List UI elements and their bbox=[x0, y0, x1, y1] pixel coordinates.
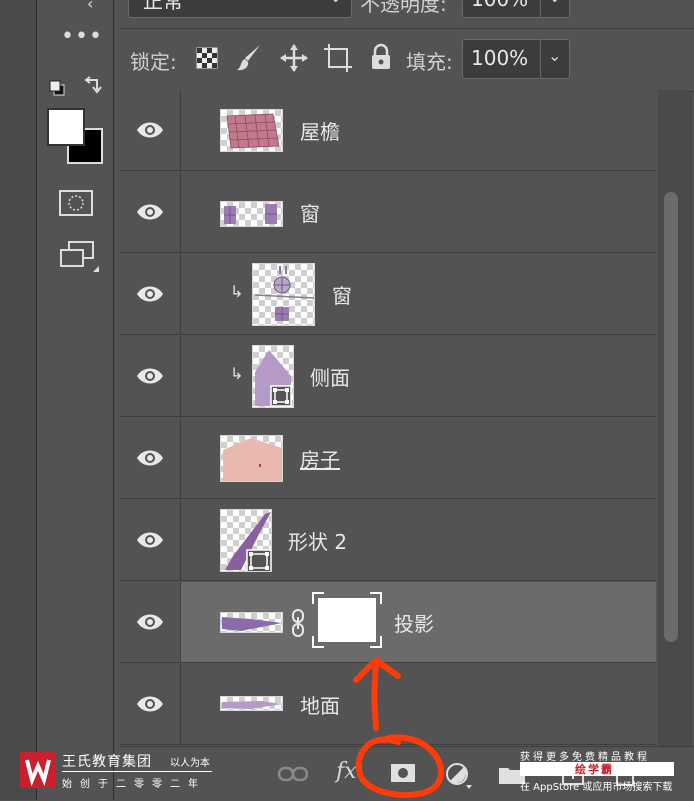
visibility-eye-icon[interactable] bbox=[136, 120, 164, 140]
row-divider bbox=[180, 254, 181, 335]
collapse-arrow-icon[interactable]: ‹ bbox=[87, 0, 93, 13]
layer-thumbnail[interactable] bbox=[252, 263, 315, 326]
layer-name[interactable]: 地面 bbox=[300, 690, 340, 719]
row-divider bbox=[180, 664, 181, 745]
layer-row[interactable]: 形状 2 bbox=[120, 500, 656, 581]
layer-row-selected[interactable]: 投影 bbox=[120, 582, 656, 663]
blend-mode-dropdown[interactable]: 正常 ⌄ bbox=[128, 0, 352, 18]
layer-row[interactable]: ↳ 窗 bbox=[120, 254, 656, 335]
lock-artboard-icon[interactable] bbox=[323, 43, 353, 77]
more-tools-icon[interactable]: ••• bbox=[61, 24, 103, 49]
watermark-brand: 绘学霸 bbox=[575, 763, 614, 776]
layers-list: 屋檐 窗 ↳ 窗 ↳ 侧面 房子 形状 2 投影 地面 bbox=[120, 90, 656, 746]
opacity-value: 100% bbox=[471, 0, 528, 11]
layer-row[interactable]: ↳ 侧面 bbox=[120, 336, 656, 417]
left-edge-strip bbox=[0, 0, 36, 800]
default-colors-icon[interactable] bbox=[49, 80, 65, 96]
quick-mask-icon[interactable] bbox=[59, 190, 93, 222]
visibility-eye-icon[interactable] bbox=[136, 448, 164, 468]
layer-name[interactable]: 屋檐 bbox=[300, 116, 340, 145]
screen-mode-icon[interactable] bbox=[59, 240, 103, 280]
layer-name[interactable]: 窗 bbox=[300, 198, 320, 227]
mask-link-icon[interactable] bbox=[290, 609, 306, 637]
layer-thumbnail[interactable] bbox=[252, 345, 294, 408]
wangshi-logo bbox=[20, 752, 56, 788]
layer-row[interactable]: 房子 bbox=[120, 418, 656, 499]
visibility-eye-icon[interactable] bbox=[136, 694, 164, 714]
row-divider bbox=[180, 582, 181, 663]
layer-mask-thumbnail[interactable] bbox=[312, 592, 382, 652]
layer-name[interactable]: 形状 2 bbox=[288, 526, 347, 555]
visibility-eye-icon[interactable] bbox=[136, 612, 164, 632]
adjustment-layer-icon[interactable] bbox=[446, 763, 474, 789]
watermark-motto: 以人为本 bbox=[170, 758, 210, 769]
layer-thumbnail[interactable] bbox=[220, 201, 283, 227]
layer-row[interactable]: 窗 bbox=[120, 172, 656, 253]
layer-thumbnail[interactable] bbox=[220, 696, 283, 711]
fill-dropdown-button[interactable]: ⌄ bbox=[540, 39, 570, 79]
layers-panel: 正常 ⌄ 不透明度: 100% ⌄ 锁定: 填充: 100% ⌄ bbox=[120, 0, 694, 801]
opacity-label: 不透明度: bbox=[360, 0, 447, 16]
blend-opacity-bar: 正常 ⌄ 不透明度: 100% ⌄ bbox=[120, 0, 694, 24]
chevron-down-icon: ⌄ bbox=[329, 0, 342, 6]
lock-label: 锁定: bbox=[130, 50, 177, 74]
layer-thumbnail[interactable] bbox=[220, 109, 283, 152]
watermark-subtitle: 始创于二零零二年 bbox=[62, 779, 206, 790]
foreground-color-swatch[interactable] bbox=[47, 108, 85, 146]
layer-thumbnail[interactable] bbox=[220, 612, 283, 633]
layer-row[interactable]: 地面 bbox=[120, 664, 656, 745]
blend-mode-value: 正常 bbox=[143, 0, 183, 13]
watermark-title: 王氏教育集团 bbox=[62, 754, 152, 770]
link-layers-icon[interactable] bbox=[278, 765, 308, 783]
row-divider bbox=[180, 500, 181, 581]
lock-fill-bar: 锁定: 填充: 100% ⌄ bbox=[120, 28, 694, 92]
lock-all-icon[interactable] bbox=[370, 43, 392, 75]
layer-name[interactable]: 投影 bbox=[394, 608, 434, 637]
watermark-right-bottom: 在 AppStore 或应用市场搜索下载 bbox=[520, 782, 673, 793]
layer-name[interactable]: 侧面 bbox=[310, 362, 350, 391]
clipping-mask-arrow-icon: ↳ bbox=[230, 364, 244, 383]
layer-name[interactable]: 窗 bbox=[332, 280, 352, 309]
lock-image-pixels-icon[interactable] bbox=[236, 43, 262, 77]
row-divider bbox=[180, 172, 181, 253]
layer-thumbnail[interactable] bbox=[220, 509, 272, 572]
chevron-down-icon: ⌄ bbox=[548, 0, 561, 6]
fill-label: 填充: bbox=[406, 50, 453, 74]
row-divider bbox=[180, 90, 181, 171]
layer-style-fx-button[interactable]: fx bbox=[336, 759, 357, 784]
swap-colors-icon[interactable] bbox=[83, 76, 103, 100]
opacity-dropdown-button[interactable]: ⌄ bbox=[540, 0, 570, 18]
lock-position-icon[interactable] bbox=[280, 44, 308, 76]
watermark-divider bbox=[62, 771, 212, 772]
visibility-eye-icon[interactable] bbox=[136, 202, 164, 222]
lock-transparent-pixels-icon[interactable] bbox=[196, 47, 218, 73]
visibility-eye-icon[interactable] bbox=[136, 284, 164, 304]
row-divider bbox=[180, 336, 181, 417]
clipping-mask-arrow-icon: ↳ bbox=[230, 282, 244, 301]
fill-input[interactable]: 100% bbox=[462, 39, 542, 79]
tools-panel: ‹ ••• bbox=[36, 0, 114, 800]
opacity-input[interactable]: 100% bbox=[462, 0, 542, 18]
visibility-eye-icon[interactable] bbox=[136, 530, 164, 550]
layers-scrollbar-thumb[interactable] bbox=[664, 192, 678, 642]
fill-value: 100% bbox=[471, 46, 529, 70]
visibility-eye-icon[interactable] bbox=[136, 366, 164, 386]
row-divider bbox=[180, 418, 181, 499]
add-mask-icon[interactable] bbox=[390, 763, 416, 783]
layer-row[interactable]: 屋檐 bbox=[120, 90, 656, 171]
layer-thumbnail[interactable] bbox=[220, 435, 283, 482]
chevron-down-icon: ⌄ bbox=[548, 46, 562, 65]
layer-name[interactable]: 房子 bbox=[300, 444, 340, 473]
